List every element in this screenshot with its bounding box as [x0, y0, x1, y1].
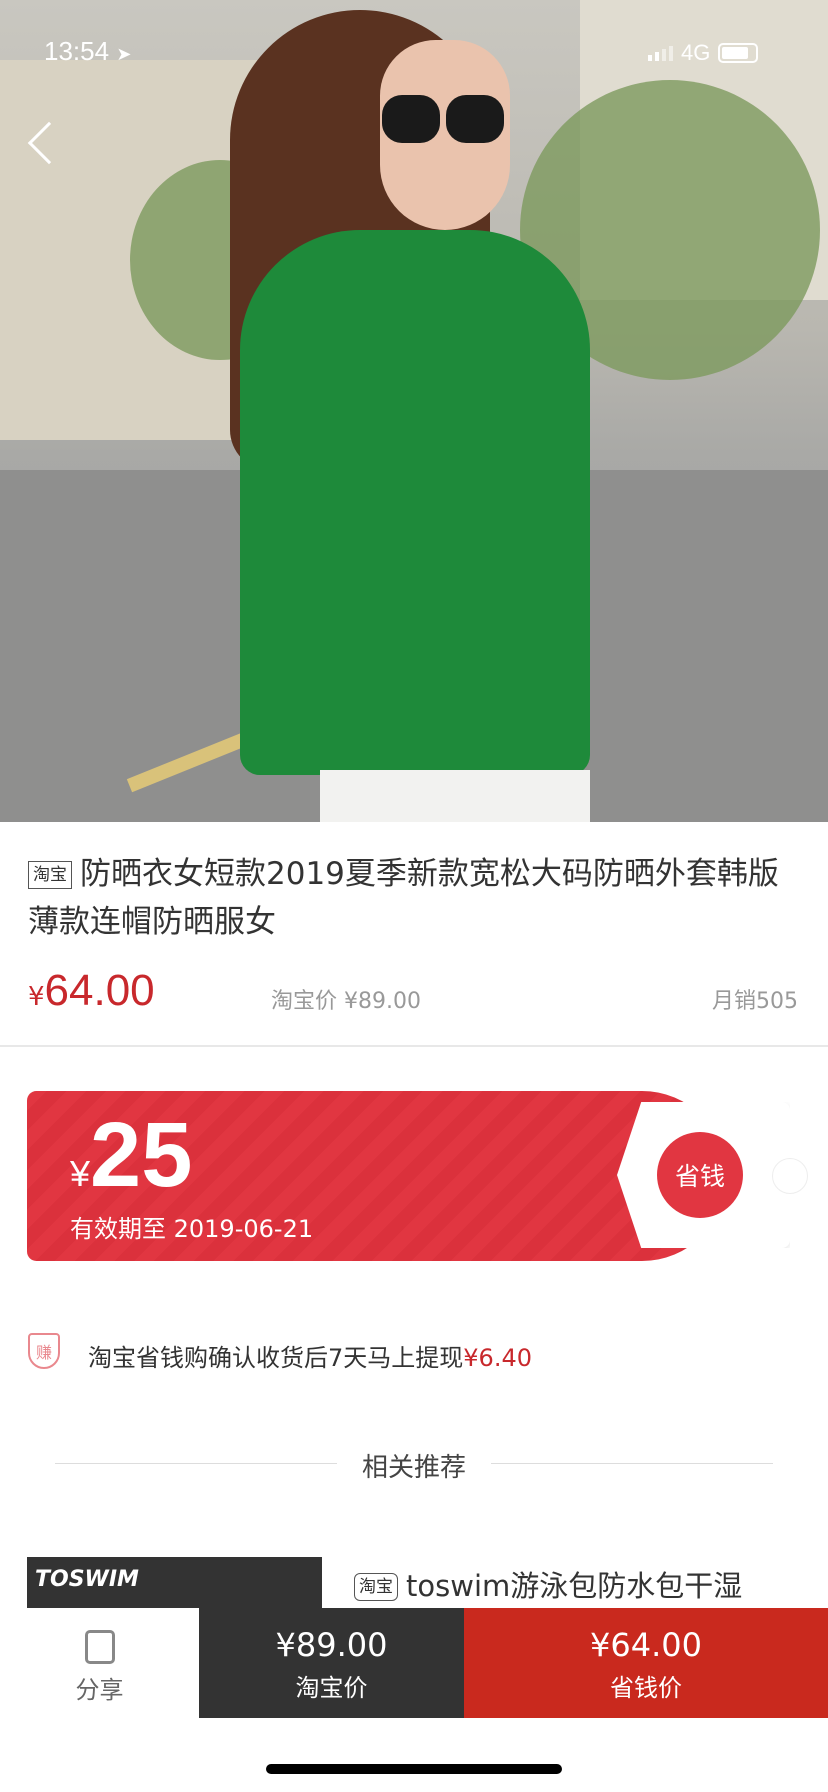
taobao-tag: 淘宝	[28, 861, 72, 889]
taobao-tag: 淘宝	[354, 1573, 398, 1601]
save-price-button[interactable]: ¥64.00 省钱价	[464, 1608, 828, 1718]
ticket-notch	[772, 1158, 808, 1194]
taobao-label: 淘宝价	[295, 1674, 368, 1702]
coupon-amount: ¥25	[70, 1105, 192, 1205]
divider-left	[55, 1463, 337, 1464]
signal-icon	[648, 45, 673, 61]
coupon-validity: 有效期至 2019-06-21	[70, 1215, 314, 1243]
taobao-price: ¥89.00	[275, 1626, 388, 1664]
status-right: 4G	[648, 40, 759, 66]
share-icon	[84, 1630, 115, 1664]
location-arrow-icon: ➤	[116, 44, 132, 64]
earn-text: 淘宝省钱购确认收货后7天马上提现	[88, 1344, 464, 1372]
time-text: 13:54	[44, 36, 110, 66]
price-symbol: ¥	[28, 982, 45, 1012]
home-indicator[interactable]	[266, 1764, 562, 1774]
coupon-symbol: ¥	[70, 1153, 91, 1194]
coupon-value: 25	[90, 1104, 193, 1206]
status-time: 13:54 ➤	[44, 36, 131, 67]
related-item-title[interactable]: 淘宝 toswim游泳包防水包干湿	[354, 1563, 742, 1605]
title-text: 防晒衣女短款2019夏季新款宽松大码防晒外套韩版薄款连帽防晒服女	[28, 856, 779, 940]
share-label: 分享	[75, 1676, 124, 1704]
save-label: 省钱价	[610, 1674, 682, 1702]
product-title: 淘宝 防晒衣女短款2019夏季新款宽松大码防晒外套韩版薄款连帽防晒服女	[28, 850, 808, 946]
related-heading: 相关推荐	[361, 1453, 466, 1483]
network-label: 4G	[681, 40, 711, 65]
share-button[interactable]: 分享	[0, 1608, 199, 1718]
price-value: 64.00	[44, 966, 155, 1015]
original-price: 淘宝价 ¥89.00	[271, 989, 421, 1014]
product-price: ¥64.00	[28, 966, 155, 1016]
taobao-price-button[interactable]: ¥89.00 淘宝价	[199, 1608, 464, 1718]
save-price: ¥64.00	[590, 1626, 702, 1664]
battery-icon	[718, 43, 759, 63]
related-item-image[interactable]: TOSWIM	[27, 1557, 322, 1612]
related-title-text: toswim游泳包防水包干湿	[406, 1569, 743, 1603]
divider	[0, 1045, 828, 1047]
divider-right	[491, 1463, 773, 1464]
earn-amount: ¥6.40	[463, 1344, 532, 1372]
save-coupon-button[interactable]: 省钱	[657, 1132, 743, 1218]
monthly-sales: 月销505	[712, 989, 798, 1014]
product-image[interactable]	[0, 0, 828, 822]
earn-shield-icon: 赚	[28, 1333, 60, 1369]
earn-info: 淘宝省钱购确认收货后7天马上提现¥6.40	[88, 1338, 532, 1373]
